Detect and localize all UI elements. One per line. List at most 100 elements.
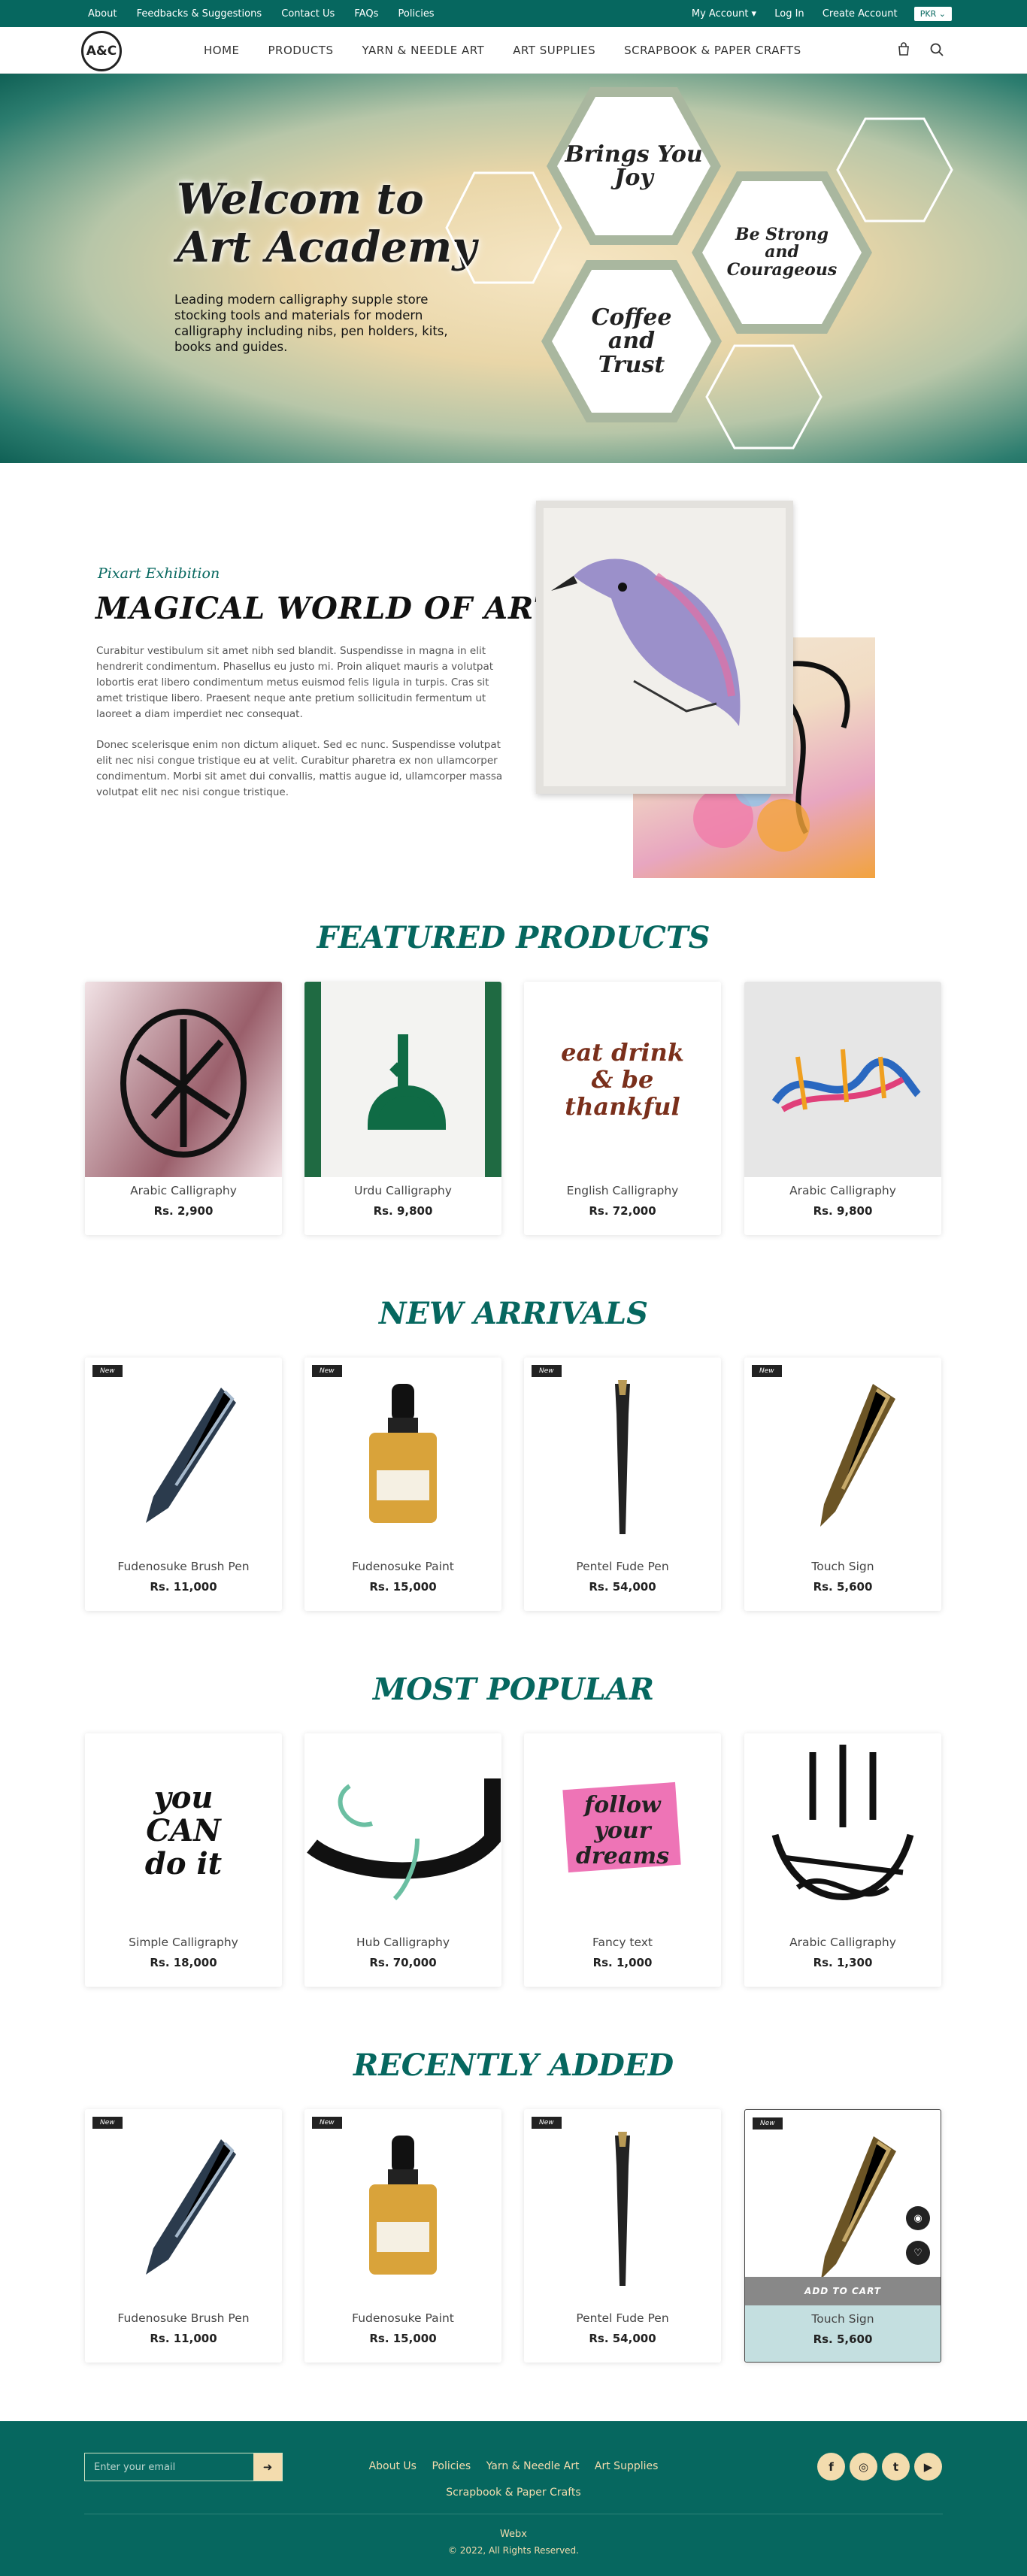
create-account-link[interactable]: Create Account	[823, 8, 898, 20]
product-image[interactable]	[304, 982, 501, 1177]
new-badge: New	[92, 2117, 123, 2129]
hero-title: Welcom to Art Academy	[177, 174, 477, 272]
product-card[interactable]: New Touch Sign Rs. 5,600	[744, 1358, 941, 1611]
product-image[interactable]	[524, 1358, 721, 1553]
product-card[interactable]: eat drink & be thankful English Calligra…	[524, 982, 721, 1235]
nav-item-scrapbook[interactable]: SCRAPBOOK & PAPER CRAFTS	[624, 44, 801, 57]
product-name[interactable]: Fancy text	[524, 1936, 721, 1949]
product-name[interactable]: Pentel Fude Pen	[524, 2311, 721, 2325]
topbar-link-policies[interactable]: Policies	[398, 8, 435, 20]
product-card[interactable]: Urdu Calligraphy Rs. 9,800	[304, 982, 501, 1235]
facebook-icon[interactable]: f	[817, 2453, 845, 2481]
footer-link-scrapbook[interactable]: Scrapbook & Paper Crafts	[446, 2487, 580, 2499]
product-name[interactable]: Arabic Calligraphy	[85, 1184, 282, 1197]
product-image[interactable]	[85, 982, 282, 1177]
product-card[interactable]: Hub Calligraphy Rs. 70,000	[304, 1733, 501, 1987]
nav-item-products[interactable]: PRODUCTS	[268, 44, 334, 57]
product-price: Rs. 15,000	[369, 1580, 437, 1594]
product-name[interactable]: Fudenosuke Paint	[304, 1560, 501, 1573]
footer-link-yarn[interactable]: Yarn & Needle Art	[486, 2460, 580, 2472]
footer-link-policies[interactable]: Policies	[432, 2460, 471, 2472]
product-image[interactable]	[744, 982, 941, 1177]
product-image[interactable]	[304, 2109, 501, 2305]
product-card[interactable]: New Fudenosuke Brush Pen Rs. 11,000	[85, 1358, 282, 1611]
hex-outline	[445, 171, 562, 284]
product-image[interactable]	[744, 1358, 941, 1553]
product-image[interactable]	[304, 1733, 501, 1929]
product-price: Rs. 72,000	[589, 1204, 656, 1218]
product-name[interactable]: English Calligraphy	[524, 1184, 721, 1197]
product-card[interactable]: New Fudenosuke Brush Pen Rs. 11,000	[85, 2109, 282, 2363]
nav-item-art-supplies[interactable]: ART SUPPLIES	[513, 44, 595, 57]
product-name[interactable]: Touch Sign	[745, 2312, 941, 2326]
product-name[interactable]: Touch Sign	[744, 1560, 941, 1573]
product-name[interactable]: Fudenosuke Paint	[304, 2311, 501, 2325]
product-card[interactable]: New Fudenosuke Paint Rs. 15,000	[304, 2109, 501, 2363]
product-price: Rs. 54,000	[589, 1580, 656, 1594]
my-account-dropdown[interactable]: My Account ▾	[692, 8, 756, 20]
about-paragraph-1: Curabitur vestibulum sit amet nibh sed b…	[96, 645, 494, 720]
product-price: Rs. 70,000	[369, 1956, 437, 1969]
footer-link-about[interactable]: About Us	[369, 2460, 417, 2472]
topbar-link-contact[interactable]: Contact Us	[281, 8, 335, 20]
product-card[interactable]: New Pentel Fude Pen Rs. 54,000	[524, 1358, 721, 1611]
product-card-hovered[interactable]: New ◉ ♡ ADD TO CART Touch Sign Rs. 5,600	[744, 2109, 941, 2363]
product-image[interactable]: eat drink & be thankful	[524, 982, 721, 1177]
new-badge: New	[752, 1365, 782, 1377]
product-name[interactable]: Hub Calligraphy	[304, 1936, 501, 1949]
wishlist-heart-icon[interactable]: ♡	[906, 2241, 930, 2265]
hex-quote-coffee: Coffee and Trust	[541, 260, 722, 422]
product-price: Rs. 18,000	[150, 1956, 217, 1969]
quick-view-eye-icon[interactable]: ◉	[906, 2206, 930, 2230]
product-image[interactable]	[744, 1733, 941, 1929]
product-image[interactable]: follow your dreams	[524, 1733, 721, 1929]
product-price: Rs. 9,800	[813, 1204, 873, 1218]
youtube-icon[interactable]: ▶	[914, 2453, 942, 2481]
twitter-icon[interactable]: t	[882, 2453, 910, 2481]
search-icon[interactable]	[929, 42, 944, 57]
topbar-link-about[interactable]: About	[88, 8, 117, 20]
topbar-link-faqs[interactable]: FAQs	[354, 8, 378, 20]
nav-item-yarn[interactable]: YARN & NEEDLE ART	[362, 44, 484, 57]
product-price: Rs. 2,900	[153, 1204, 214, 1218]
product-card[interactable]: follow your dreams Fancy text Rs. 1,000	[524, 1733, 721, 1987]
add-to-cart-button[interactable]: ADD TO CART	[745, 2277, 941, 2305]
product-name[interactable]: Urdu Calligraphy	[304, 1184, 501, 1197]
product-card[interactable]: Arabic Calligraphy Rs. 1,300	[744, 1733, 941, 1987]
product-image[interactable]	[85, 1358, 282, 1553]
about-subtitle: Pixart Exhibition	[98, 565, 220, 582]
product-card[interactable]: you CAN do it Simple Calligraphy Rs. 18,…	[85, 1733, 282, 1987]
product-name[interactable]: Fudenosuke Brush Pen	[85, 2311, 282, 2325]
product-name[interactable]: Pentel Fude Pen	[524, 1560, 721, 1573]
product-name[interactable]: Simple Calligraphy	[85, 1936, 282, 1949]
recently-added-title: RECENTLY ADDED	[353, 2048, 674, 2083]
new-badge: New	[312, 1365, 342, 1377]
product-image[interactable]: you CAN do it	[85, 1733, 282, 1929]
cart-icon[interactable]	[896, 42, 911, 57]
new-badge: New	[532, 1365, 562, 1377]
new-badge: New	[312, 2117, 342, 2129]
product-image[interactable]	[524, 2109, 721, 2305]
featured-title: FEATURED PRODUCTS	[317, 920, 710, 955]
product-card[interactable]: Arabic Calligraphy Rs. 9,800	[744, 982, 941, 1235]
product-price: Rs. 5,600	[813, 1580, 873, 1594]
product-card[interactable]: New Fudenosuke Paint Rs. 15,000	[304, 1358, 501, 1611]
topbar-link-feedback[interactable]: Feedbacks & Suggestions	[137, 8, 262, 20]
product-card[interactable]: Arabic Calligraphy Rs. 2,900	[85, 982, 282, 1235]
currency-select[interactable]: PKR ⌄	[913, 6, 952, 21]
product-price: Rs. 11,000	[150, 1580, 217, 1594]
footer-link-art-supplies[interactable]: Art Supplies	[595, 2460, 659, 2472]
product-image[interactable]	[304, 1358, 501, 1553]
about-paragraph-2: Donec scelerisque enim non dictum alique…	[96, 739, 503, 798]
product-name[interactable]: Arabic Calligraphy	[744, 1936, 941, 1949]
site-logo[interactable]: A&C	[81, 31, 122, 71]
product-name[interactable]: Fudenosuke Brush Pen	[85, 1560, 282, 1573]
most-popular-title: MOST POPULAR	[373, 1672, 654, 1707]
login-link[interactable]: Log In	[774, 8, 804, 20]
product-name[interactable]: Arabic Calligraphy	[744, 1184, 941, 1197]
top-bar: About Feedbacks & Suggestions Contact Us…	[0, 0, 1027, 27]
instagram-icon[interactable]: ◎	[850, 2453, 877, 2481]
nav-item-home[interactable]: HOME	[204, 44, 240, 57]
product-card[interactable]: New Pentel Fude Pen Rs. 54,000	[524, 2109, 721, 2363]
product-image[interactable]	[85, 2109, 282, 2305]
